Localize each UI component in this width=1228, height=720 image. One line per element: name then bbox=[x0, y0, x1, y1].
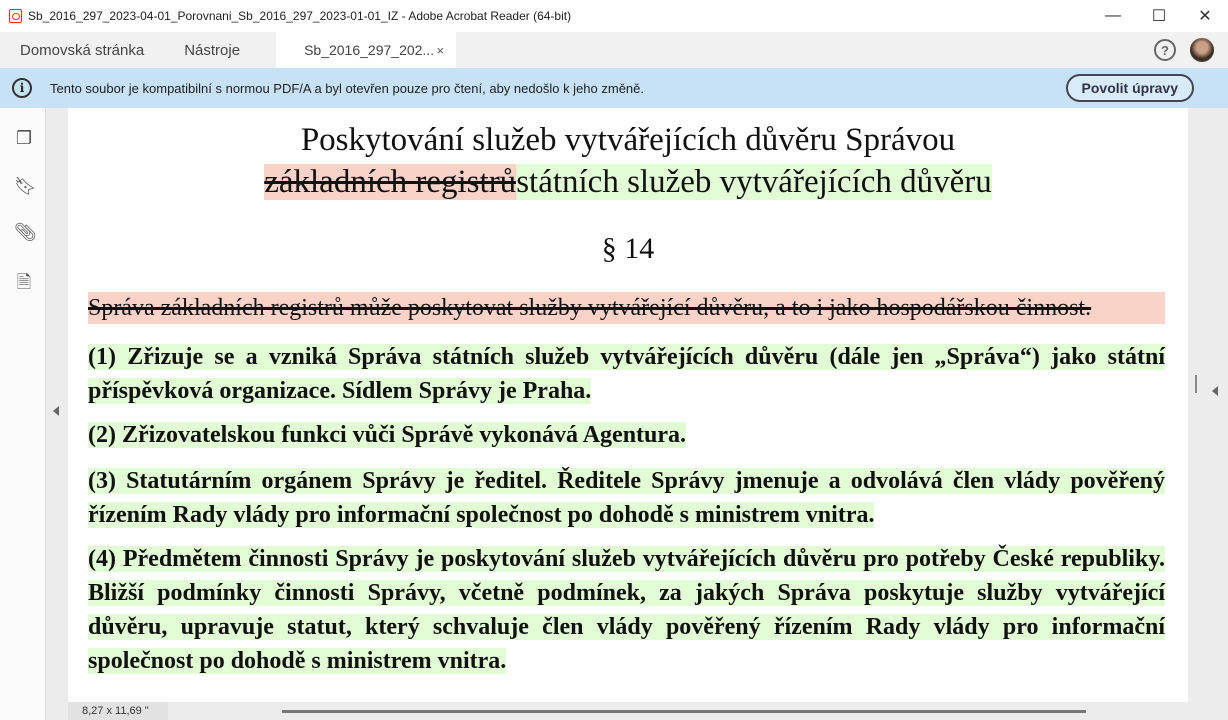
help-icon[interactable]: ? bbox=[1154, 39, 1176, 61]
document-viewer: Poskytování služeb vytvářejících důvěru … bbox=[46, 108, 1228, 702]
pages-icon[interactable]: ❐ bbox=[14, 128, 34, 150]
page-size: 8,27 x 11,69 " bbox=[68, 702, 168, 720]
deleted-paragraph: Správa základních registrů může poskytov… bbox=[88, 292, 1165, 324]
deleted-text: základních registrů bbox=[264, 164, 517, 200]
enable-editing-button[interactable]: Povolit úpravy bbox=[1065, 74, 1194, 102]
acrobat-icon bbox=[9, 9, 22, 23]
paragraph-2: (2) Zřizovatelskou funkci vůči Správě vy… bbox=[88, 422, 687, 448]
paragraph-1: (1) Zřizuje se a vzniká Správa státních … bbox=[88, 344, 1165, 404]
paragraph-4: (4) Předmětem činnosti Správy je poskyto… bbox=[88, 546, 1165, 674]
minimize-button[interactable]: — bbox=[1090, 0, 1136, 32]
pdf-page: Poskytování služeb vytvářejících důvěru … bbox=[68, 108, 1188, 702]
attachment-icon[interactable]: 📎︎ bbox=[14, 222, 37, 244]
status-bar: 8,27 x 11,69 " bbox=[46, 702, 1228, 720]
avatar[interactable] bbox=[1190, 38, 1214, 62]
tab-document[interactable]: Sb_2016_297_202... × bbox=[276, 32, 457, 68]
title-line-1: Poskytování služeb vytvářejících důvěru … bbox=[300, 122, 956, 158]
tab-tools[interactable]: Nástroje bbox=[164, 32, 260, 68]
collapse-left-panel-icon[interactable] bbox=[53, 406, 59, 416]
info-message: Tento soubor je kompatibilní s normou PD… bbox=[50, 80, 645, 96]
expand-right-panel-icon[interactable] bbox=[1212, 386, 1218, 396]
document-info-icon[interactable]: 🗎︎ bbox=[14, 270, 34, 292]
section-number: § 14 bbox=[601, 232, 655, 265]
title-line-2: základních registrůstátních služeb vytvá… bbox=[68, 164, 1188, 201]
info-bar: i Tento soubor je kompatibilní s normou … bbox=[0, 68, 1228, 108]
title-bar: Sb_2016_297_2023-04-01_Porovnani_Sb_2016… bbox=[0, 0, 1228, 32]
splitter-handle[interactable] bbox=[1195, 375, 1197, 393]
left-sidebar: ❐ 🔖︎ 📎︎ 🗎︎ bbox=[0, 108, 46, 720]
tab-home[interactable]: Domovská stránka bbox=[0, 32, 164, 68]
close-tab-icon[interactable]: × bbox=[436, 43, 444, 58]
info-icon: i bbox=[12, 78, 32, 98]
window-title: Sb_2016_297_2023-04-01_Porovnani_Sb_2016… bbox=[28, 9, 572, 23]
inserted-text: státních služeb vytvářejících důvěru bbox=[516, 164, 992, 200]
close-button[interactable]: ✕ bbox=[1182, 0, 1228, 32]
maximize-button[interactable]: ☐ bbox=[1136, 0, 1182, 32]
bookmark-icon[interactable]: 🔖︎ bbox=[14, 176, 37, 198]
paragraph-3: (3) Statutárním orgánem Správy je ředite… bbox=[88, 468, 1165, 528]
horizontal-scrollbar[interactable] bbox=[282, 710, 1086, 713]
tab-document-label: Sb_2016_297_202... bbox=[304, 42, 435, 58]
tab-bar: Domovská stránka Nástroje Sb_2016_297_20… bbox=[0, 32, 1228, 68]
